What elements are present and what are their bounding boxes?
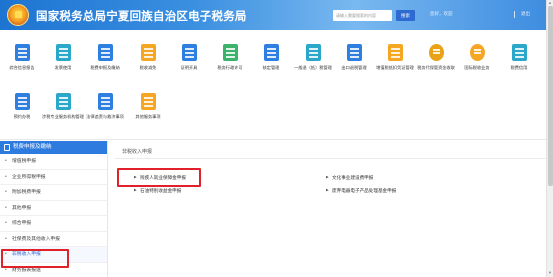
tax-declare-icon [97,44,113,61]
grid-item-globe[interactable]: 国际税收业务 [455,44,499,70]
grid-item-agency[interactable]: 涉税专业服务机构管理 [41,93,85,119]
site-title: 国家税务总局宁夏回族自治区电子税务局 [36,11,247,23]
certificate-icon [181,44,197,61]
grid-item-approval[interactable]: 核定管理 [249,44,293,70]
grid-item-label: 法律追责与救济事项 [86,114,124,119]
sidebar-header: 税费申报及缴纳 [0,141,107,154]
grid-item-label: 证明开具 [180,65,198,70]
approval-icon [263,44,279,61]
link-waste-electronics-fund[interactable]: 废弃电器电子产品处理基金申报 [326,188,396,194]
grid-item-label: 国际税收业务 [464,65,490,70]
sidebar-item-comprehensive[interactable]: 综合申报 [0,216,107,232]
grid-item-label: 税务代保管资金收取 [417,65,455,70]
scroll-down-icon[interactable]: ▼ [548,270,552,275]
grid-item-license[interactable]: 税务行政许可 [208,44,252,70]
grid-item-label: 税收减免 [139,65,157,70]
export-refund-icon [346,44,362,61]
sidebar-item-other[interactable]: 其他申报 [0,201,107,216]
grid-item-invoice[interactable]: 发票使用 [41,44,85,70]
link-oil-revenue[interactable]: 石油特别收益金申报 [134,188,181,194]
voucher-icon [387,44,403,61]
refund-icon [305,44,321,61]
grid-item-label: 增值税抵扣凭证管理 [376,65,414,70]
grid-item-label: 税费信用 [510,65,528,70]
grid-item-label: 涉税专业服务机构管理 [42,114,84,119]
sidebar-item-social-security[interactable]: 社保费及其他收入申报 [0,232,107,247]
grid-item-label: 税费申报及缴纳 [90,65,120,70]
appointment-icon [14,93,30,110]
grid-item-label: 其他服务事项 [135,114,161,119]
search-button[interactable]: 搜索 [396,10,415,21]
sidebar-item-non-tax-revenue[interactable]: 非税收入申报 [0,247,107,263]
grid-item-label: 一般退（抵）税管理 [294,65,332,70]
grid-item-export-refund[interactable]: 出口退税管理 [332,44,376,70]
grid-item-voucher[interactable]: 增值税抵扣凭证管理 [373,44,417,70]
license-icon [222,44,238,61]
globe-icon [469,44,485,61]
vertical-scrollbar[interactable]: ▲ ▼ [546,0,553,277]
search-input[interactable]: 请输入需要搜索的内容 [333,10,392,21]
sidebar-title: 税费申报及缴纳 [13,144,52,150]
grid-item-tax-reduction[interactable]: 税收减免 [126,44,170,70]
grid-item-handshake[interactable]: 其他服务事项 [126,93,170,119]
agency-icon [55,93,71,110]
credit-icon [511,44,527,61]
grid-item-legal[interactable]: 法律追责与救济事项 [83,93,127,119]
grid-item-appointment[interactable]: 预约办税 [0,93,44,119]
scrollbar-thumb[interactable] [548,6,553,186]
grid-item-certificate[interactable]: 证明开具 [167,44,211,70]
grid-item-label: 发票使用 [54,65,72,70]
sidebar-item-corporate-income-tax[interactable]: 企业所得税申报 [0,170,107,185]
grid-item-label: 税务行政许可 [217,65,243,70]
sidebar-item-surcharge[interactable]: 附加税费申报 [0,185,107,201]
grid-item-fund[interactable]: 税务代保管资金收取 [414,44,458,70]
grid-item-refund[interactable]: 一般退（抵）税管理 [291,44,335,70]
sidebar: 税费申报及缴纳 增值税申报 企业所得税申报 附加税费申报 其他申报 综合申报 社… [0,141,108,277]
breadcrumb-divider [115,158,546,159]
header-separator [514,11,515,18]
grid-item-credit[interactable]: 税费信用 [497,44,541,70]
document-icon [4,144,10,151]
user-greeting[interactable]: 您好，欢迎 [430,11,453,17]
tax-emblem-icon [7,4,29,26]
sidebar-item-vat[interactable]: 增值税申报 [0,154,107,170]
grid-item-label: 出口退税管理 [341,65,367,70]
tax-reduction-icon [140,44,156,61]
grid-item-report[interactable]: 综合信息报告 [0,44,44,70]
fund-icon [428,44,444,61]
section-divider [0,139,546,140]
grid-item-label: 综合信息报告 [9,65,35,70]
top-banner: 国家税务总局宁夏回族自治区电子税务局 请输入需要搜索的内容 搜索 您好，欢迎 退… [0,0,546,30]
report-icon [14,44,30,61]
legal-icon [97,93,113,110]
link-culture-fee[interactable]: 文化事业建设费申报 [326,175,373,181]
invoice-icon [55,44,71,61]
grid-item-label: 核定管理 [262,65,280,70]
grid-item-label: 预约办税 [13,114,31,119]
logout-link[interactable]: 退出 [521,11,530,17]
link-disability-fund[interactable]: 残疾人就业保障金申报 [134,175,186,181]
breadcrumb: 非税收入申报 [122,149,153,155]
sidebar-item-financial-statements[interactable]: 财务报表报送 [0,263,107,277]
grid-item-tax-declare[interactable]: 税费申报及缴纳 [83,44,127,70]
handshake-icon [140,93,156,110]
scroll-up-icon[interactable]: ▲ [548,0,552,5]
